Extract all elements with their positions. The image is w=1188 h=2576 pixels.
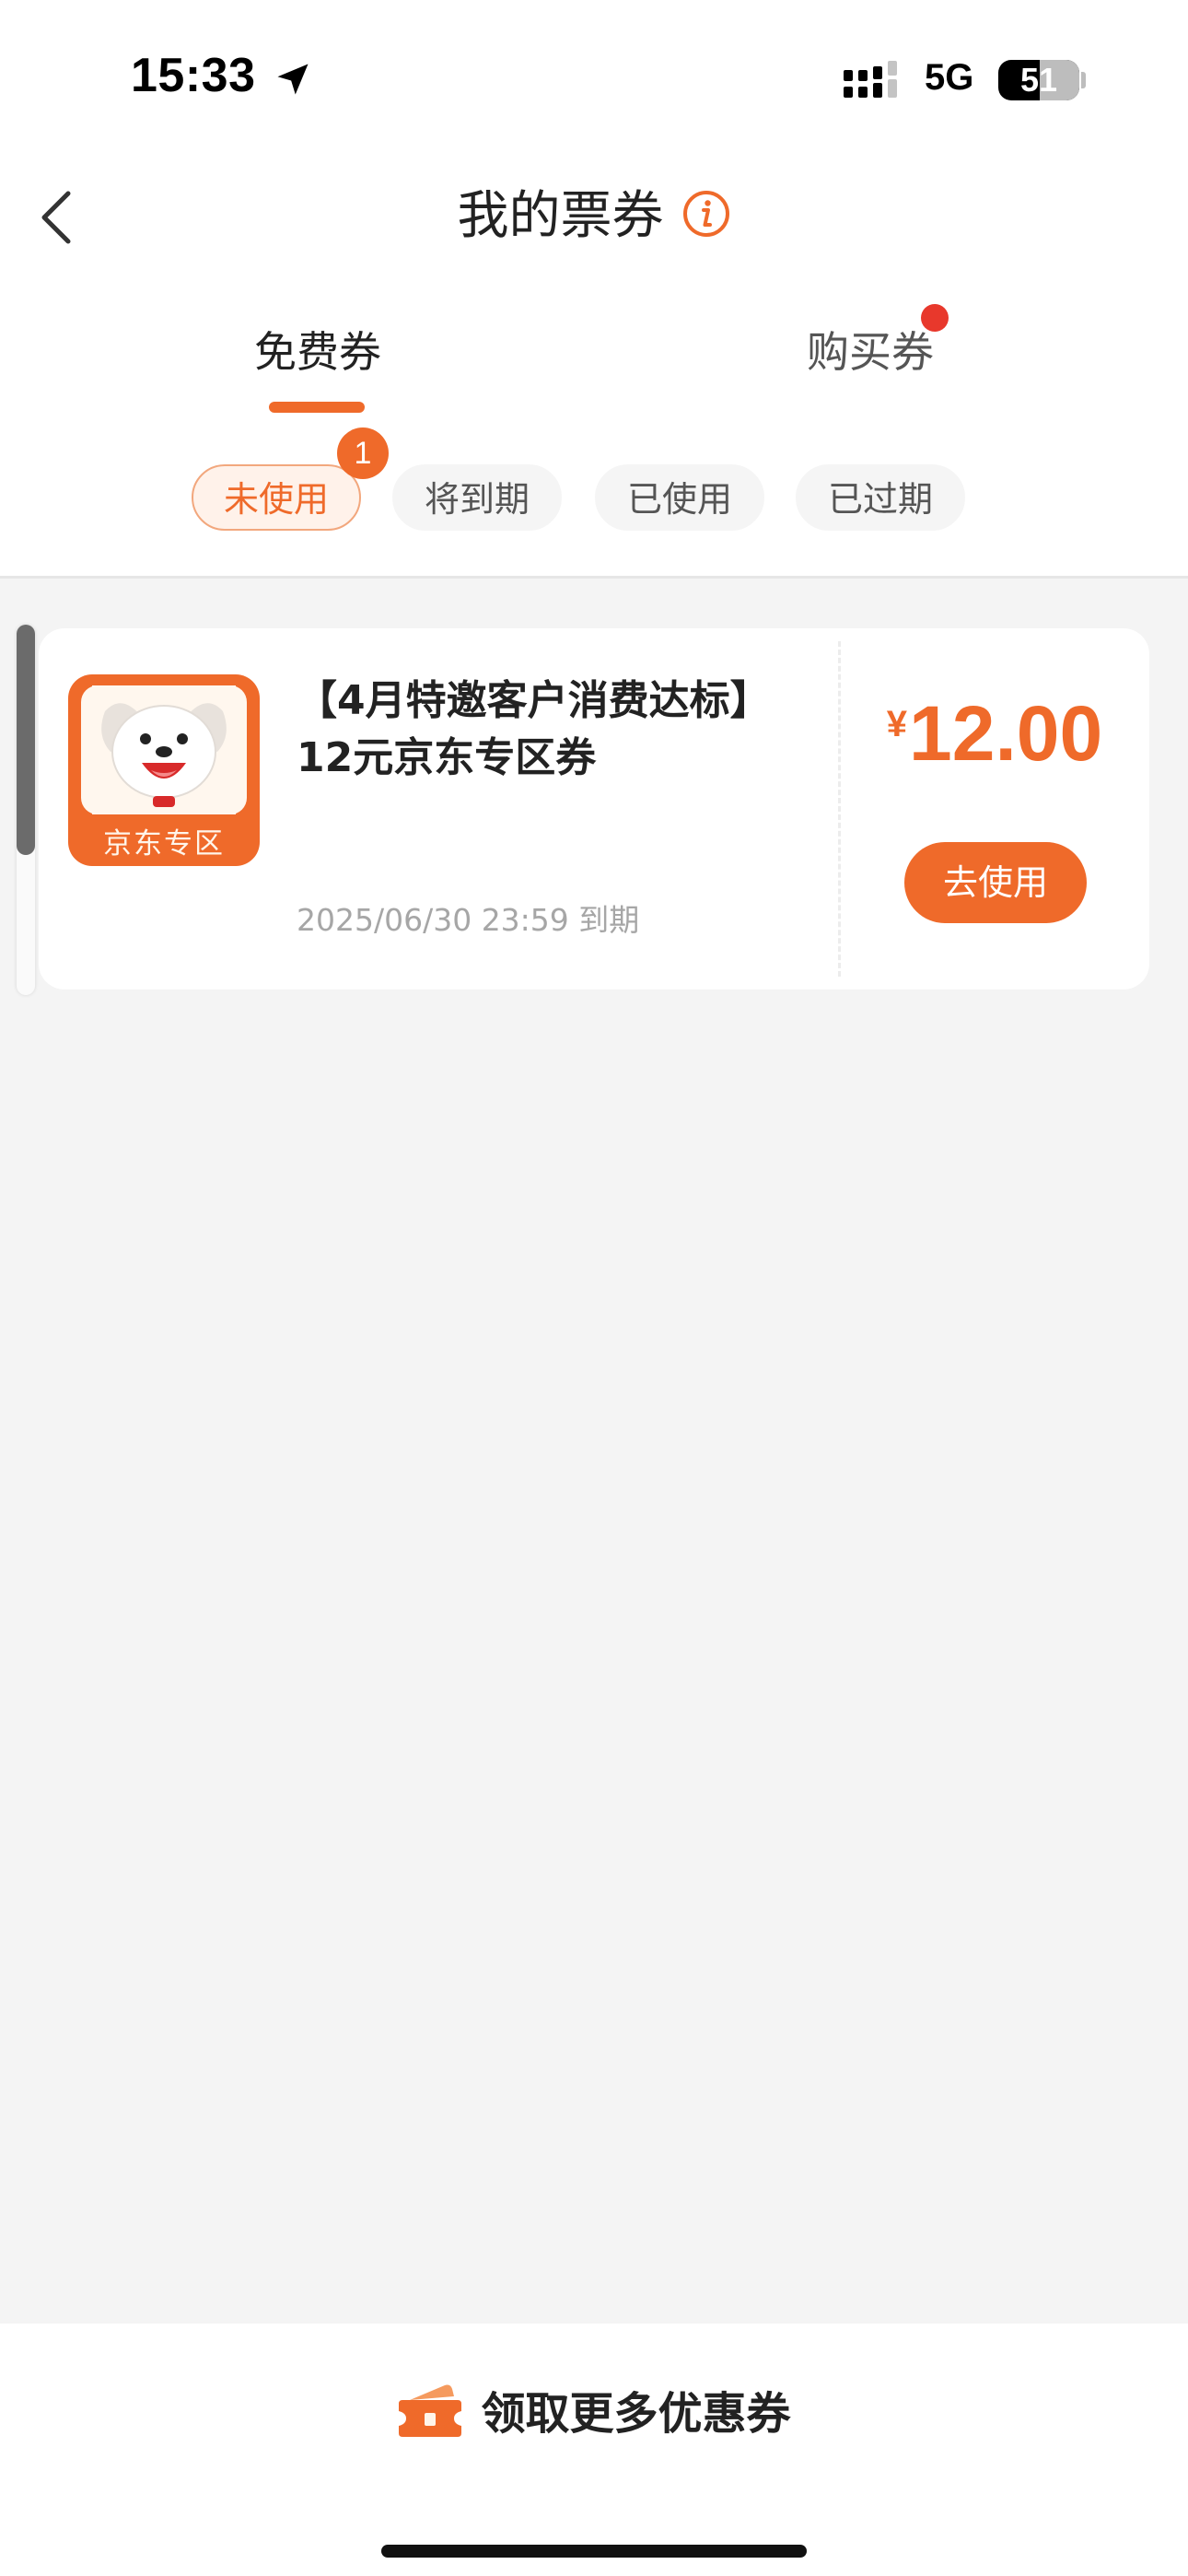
coupon-card[interactable]: 京东专区 【4月特邀客户消费达标】12元京东专区券 2025/06/30 23:… [39, 628, 1149, 989]
network-label: 5G [925, 57, 974, 98]
filter-used[interactable]: 已使用 [595, 464, 764, 531]
page-title: 我的票券 [0, 184, 1188, 249]
top-area: 15:33 5G 51 我的票券 免费券 购买券 未使用 将到期 已使用 已过期… [0, 0, 1188, 579]
active-tab-indicator [269, 402, 365, 413]
price-currency: ¥ [886, 704, 908, 744]
coupon-title: 【4月特邀客户消费达标】12元京东专区券 [297, 677, 771, 781]
ticket-icon [399, 2384, 462, 2437]
coupon-expiry: 2025/06/30 23:59 到期 [297, 902, 640, 938]
filter-expiring-soon[interactable]: 将到期 [392, 464, 562, 531]
chevron-left-icon [41, 191, 71, 244]
scroll-thumb[interactable] [17, 625, 35, 855]
filter-expired[interactable]: 已过期 [796, 464, 965, 531]
logo-label: 京东专区 [103, 827, 225, 861]
battery-icon: 51 [998, 60, 1079, 100]
notification-dot [921, 304, 949, 332]
info-icon[interactable] [681, 189, 731, 239]
status-time: 15:33 [131, 49, 256, 102]
tab-purchased-coupons[interactable]: 购买券 [764, 319, 976, 411]
signal-icon [844, 61, 897, 98]
coupon-price: ¥12.00 [840, 689, 1149, 779]
back-button[interactable] [28, 181, 92, 254]
battery-percent: 51 [1019, 61, 1058, 99]
unused-count-badge: 1 [337, 427, 389, 479]
status-bar: 15:33 5G 51 [0, 0, 1188, 157]
home-indicator[interactable] [381, 2545, 807, 2558]
get-more-coupons-button[interactable]: 领取更多优惠券 [0, 2377, 1188, 2441]
page-title-text: 我的票券 [457, 186, 664, 246]
jd-zone-logo: 京东专区 [68, 674, 260, 866]
location-arrow-icon [277, 64, 309, 95]
get-more-coupons-label: 领取更多优惠券 [481, 2388, 791, 2440]
bottom-bar: 领取更多优惠券 [0, 2324, 1188, 2576]
price-value: 12.00 [909, 690, 1103, 777]
battery-tip [1081, 72, 1086, 88]
filter-unused[interactable]: 未使用 [192, 464, 361, 531]
tab-free-coupons[interactable]: 免费券 [212, 319, 424, 411]
use-coupon-button[interactable]: 去使用 [904, 842, 1087, 923]
